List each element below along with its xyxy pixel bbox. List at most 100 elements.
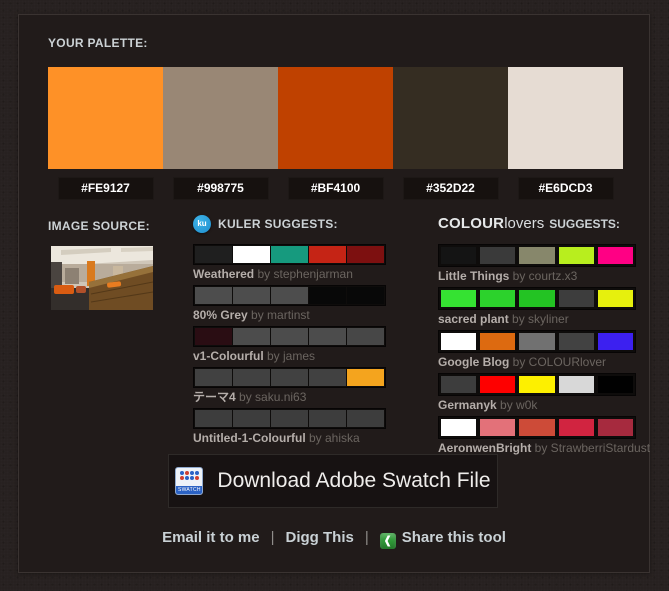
suggestion-byline: by saku.ni63	[236, 390, 307, 404]
palette-suggestion: Germanyk by w0k	[438, 373, 636, 412]
suggestion-swatch-strip[interactable]	[438, 416, 636, 439]
kuler-icon: ku	[193, 215, 211, 233]
suggestion-color-swatch	[271, 246, 308, 263]
suggestion-color-swatch	[271, 287, 308, 304]
palette-hex-label: #352D22	[403, 177, 499, 200]
suggestion-color-swatch	[347, 369, 384, 386]
palette-suggestion: AeronwenBright by StrawberriStardust	[438, 416, 636, 455]
suggestion-name: sacred plant	[438, 312, 509, 326]
palette-suggestion: sacred plant by skyliner	[438, 287, 636, 326]
download-button-label: Download Adobe Swatch File	[217, 469, 490, 493]
suggestion-label: Untitled-1-Colourful by ahiska	[193, 431, 386, 445]
suggestion-color-swatch	[441, 247, 476, 264]
suggestion-swatch-strip[interactable]	[438, 287, 636, 310]
palette-suggestion: Google Blog by COLOURlover	[438, 330, 636, 369]
palette-hex-cell: #352D22	[393, 177, 508, 200]
suggestion-swatch-strip[interactable]	[193, 408, 386, 429]
suggestion-label: 80% Grey by martinst	[193, 308, 386, 322]
suggestion-color-swatch	[441, 333, 476, 350]
suggestion-color-swatch	[441, 419, 476, 436]
palette-suggestion: Little Things by courtz.x3	[438, 244, 636, 283]
palette-swatch	[508, 67, 623, 169]
kuler-suggestions-list: Weathered by stephenjarman 80% Grey by ma…	[193, 244, 386, 449]
suggestion-color-swatch	[233, 369, 270, 386]
colourlovers-header: COLOURloversSUGGESTS:	[438, 215, 620, 233]
suggestion-color-swatch	[195, 410, 232, 427]
suggestion-label: Little Things by courtz.x3	[438, 269, 636, 283]
suggestion-byline: by COLOURlover	[509, 355, 606, 369]
suggestion-color-swatch	[598, 290, 633, 307]
palette-swatch	[278, 67, 393, 169]
suggestion-color-swatch	[347, 246, 384, 263]
palette-swatch	[48, 67, 163, 169]
suggestion-color-swatch	[271, 369, 308, 386]
suggestion-name: Untitled-1-Colourful	[193, 431, 306, 445]
suggestion-name: Weathered	[193, 267, 254, 281]
kuler-header: ku KULER SUGGESTS:	[193, 215, 338, 233]
suggestion-color-swatch	[195, 246, 232, 263]
suggestion-swatch-strip[interactable]	[193, 367, 386, 388]
suggestion-label: テーマ4 by saku.ni63	[193, 390, 386, 404]
kuler-heading: KULER SUGGESTS:	[218, 217, 338, 231]
your-palette-heading: YOUR PALETTE:	[48, 36, 148, 50]
swatch-file-icon-dots	[176, 468, 202, 480]
download-swatch-button[interactable]: SWATCH Download Adobe Swatch File	[168, 454, 498, 508]
suggestion-byline: by james	[264, 349, 315, 363]
suggestion-byline: by StrawberriStardust	[531, 441, 650, 455]
suggestion-label: sacred plant by skyliner	[438, 312, 636, 326]
footer-links: Email it to me|Digg This|❰Share this too…	[19, 529, 649, 549]
suggestion-color-swatch	[309, 246, 346, 263]
suggestion-color-swatch	[480, 376, 515, 393]
suggestion-swatch-strip[interactable]	[193, 326, 386, 347]
swatch-file-icon-caption: SWATCH	[176, 486, 202, 494]
suggestion-color-swatch	[233, 287, 270, 304]
suggestion-name: v1-Colourful	[193, 349, 264, 363]
suggestion-color-swatch	[347, 328, 384, 345]
email-link[interactable]: Email it to me	[162, 529, 260, 546]
share-link[interactable]: Share this tool	[402, 529, 506, 546]
suggestion-swatch-strip[interactable]	[193, 285, 386, 306]
suggestion-color-swatch	[195, 287, 232, 304]
suggestion-color-swatch	[559, 290, 594, 307]
swatch-file-icon: SWATCH	[175, 467, 203, 495]
suggestion-name: Google Blog	[438, 355, 509, 369]
suggestion-color-swatch	[559, 247, 594, 264]
suggestion-swatch-strip[interactable]	[438, 244, 636, 267]
suggestion-byline: by martinst	[248, 308, 310, 322]
suggestion-color-swatch	[271, 410, 308, 427]
suggestion-color-swatch	[309, 369, 346, 386]
suggestion-color-swatch	[598, 419, 633, 436]
suggestion-color-swatch	[480, 247, 515, 264]
suggestion-byline: by courtz.x3	[509, 269, 577, 283]
suggestion-name: 80% Grey	[193, 308, 248, 322]
suggestion-swatch-strip[interactable]	[193, 244, 386, 265]
suggestion-label: AeronwenBright by StrawberriStardust	[438, 441, 636, 455]
suggestion-color-swatch	[519, 290, 554, 307]
suggestion-color-swatch	[347, 287, 384, 304]
sharethis-icon[interactable]: ❰	[380, 533, 396, 549]
suggestion-swatch-strip[interactable]	[438, 373, 636, 396]
suggestion-color-swatch	[480, 290, 515, 307]
colourlovers-brand-light: lovers	[504, 215, 544, 232]
palette-hex-cell: #E6DCD3	[508, 177, 623, 200]
footer-separator: |	[365, 529, 369, 546]
palette-suggestion: テーマ4 by saku.ni63	[193, 367, 386, 404]
palette-hex-row: #FE9127#998775#BF4100#352D22#E6DCD3	[48, 177, 623, 200]
image-source-heading: IMAGE SOURCE:	[48, 219, 150, 233]
suggestion-name: Germanyk	[438, 398, 497, 412]
palette-hex-label: #BF4100	[288, 177, 384, 200]
suggestion-color-swatch	[598, 376, 633, 393]
suggestion-swatch-strip[interactable]	[438, 330, 636, 353]
suggestion-label: Germanyk by w0k	[438, 398, 636, 412]
suggestion-color-swatch	[233, 410, 270, 427]
palette-swatches	[48, 67, 623, 169]
suggestion-color-swatch	[309, 328, 346, 345]
digg-link[interactable]: Digg This	[286, 529, 354, 546]
suggestion-color-swatch	[559, 419, 594, 436]
suggestion-name: AeronwenBright	[438, 441, 531, 455]
suggestion-color-swatch	[271, 328, 308, 345]
suggestion-color-swatch	[519, 376, 554, 393]
palette-suggestion: Untitled-1-Colourful by ahiska	[193, 408, 386, 445]
suggestion-label: Weathered by stephenjarman	[193, 267, 386, 281]
suggestion-name: テーマ4	[193, 390, 236, 404]
